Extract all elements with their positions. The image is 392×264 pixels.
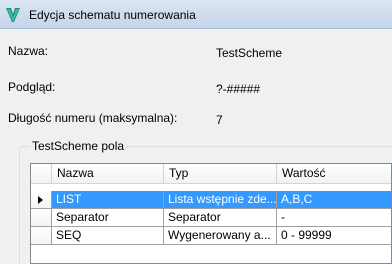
fields-group-title: TestScheme pola bbox=[30, 139, 127, 153]
table-row[interactable]: Separator Separator - bbox=[31, 209, 391, 227]
preview-label: Podgląd: bbox=[8, 80, 56, 94]
app-logo-icon bbox=[5, 7, 21, 23]
table-row[interactable]: SEQ Wygenerowany a... 0 - 99999 bbox=[31, 227, 391, 245]
cell-type[interactable]: Separator bbox=[164, 209, 277, 227]
row-header[interactable] bbox=[31, 209, 52, 227]
cell-name[interactable]: Separator bbox=[52, 209, 164, 227]
grid-header-row: Nazwa Typ Wartość bbox=[31, 164, 391, 184]
cell-name[interactable]: LIST bbox=[52, 191, 164, 209]
cell-value[interactable]: - bbox=[277, 209, 391, 227]
cell-value[interactable]: 0 - 99999 bbox=[277, 227, 391, 245]
row-header-selected[interactable] bbox=[31, 191, 52, 209]
max-length-value: 7 bbox=[216, 113, 223, 127]
cell-name[interactable]: SEQ bbox=[52, 227, 164, 245]
max-length-label: Długość numeru (maksymalna): bbox=[8, 111, 178, 125]
column-header-name[interactable]: Nazwa bbox=[52, 164, 164, 184]
preview-value: ?-##### bbox=[216, 82, 261, 96]
name-value: TestScheme bbox=[216, 46, 283, 60]
row-header[interactable] bbox=[31, 227, 52, 245]
fields-grid[interactable]: Nazwa Typ Wartość LIST Lista wstępnie zd… bbox=[30, 163, 392, 264]
table-row[interactable]: LIST Lista wstępnie zde... A,B,C bbox=[31, 191, 391, 209]
column-header-type[interactable]: Typ bbox=[164, 164, 277, 184]
current-row-arrow-icon bbox=[38, 196, 43, 204]
window-title: Edycja schematu numerowania bbox=[29, 8, 196, 22]
grid-corner-header bbox=[31, 164, 52, 184]
numbering-scheme-dialog: Edycja schematu numerowania Nazwa: TestS… bbox=[0, 0, 392, 264]
column-header-value[interactable]: Wartość bbox=[277, 164, 391, 184]
title-bar[interactable]: Edycja schematu numerowania bbox=[0, 0, 392, 29]
cell-type[interactable]: Lista wstępnie zde... bbox=[164, 191, 277, 209]
name-label: Nazwa: bbox=[8, 44, 49, 58]
cell-type[interactable]: Wygenerowany a... bbox=[164, 227, 277, 245]
cell-value[interactable]: A,B,C bbox=[277, 191, 391, 209]
